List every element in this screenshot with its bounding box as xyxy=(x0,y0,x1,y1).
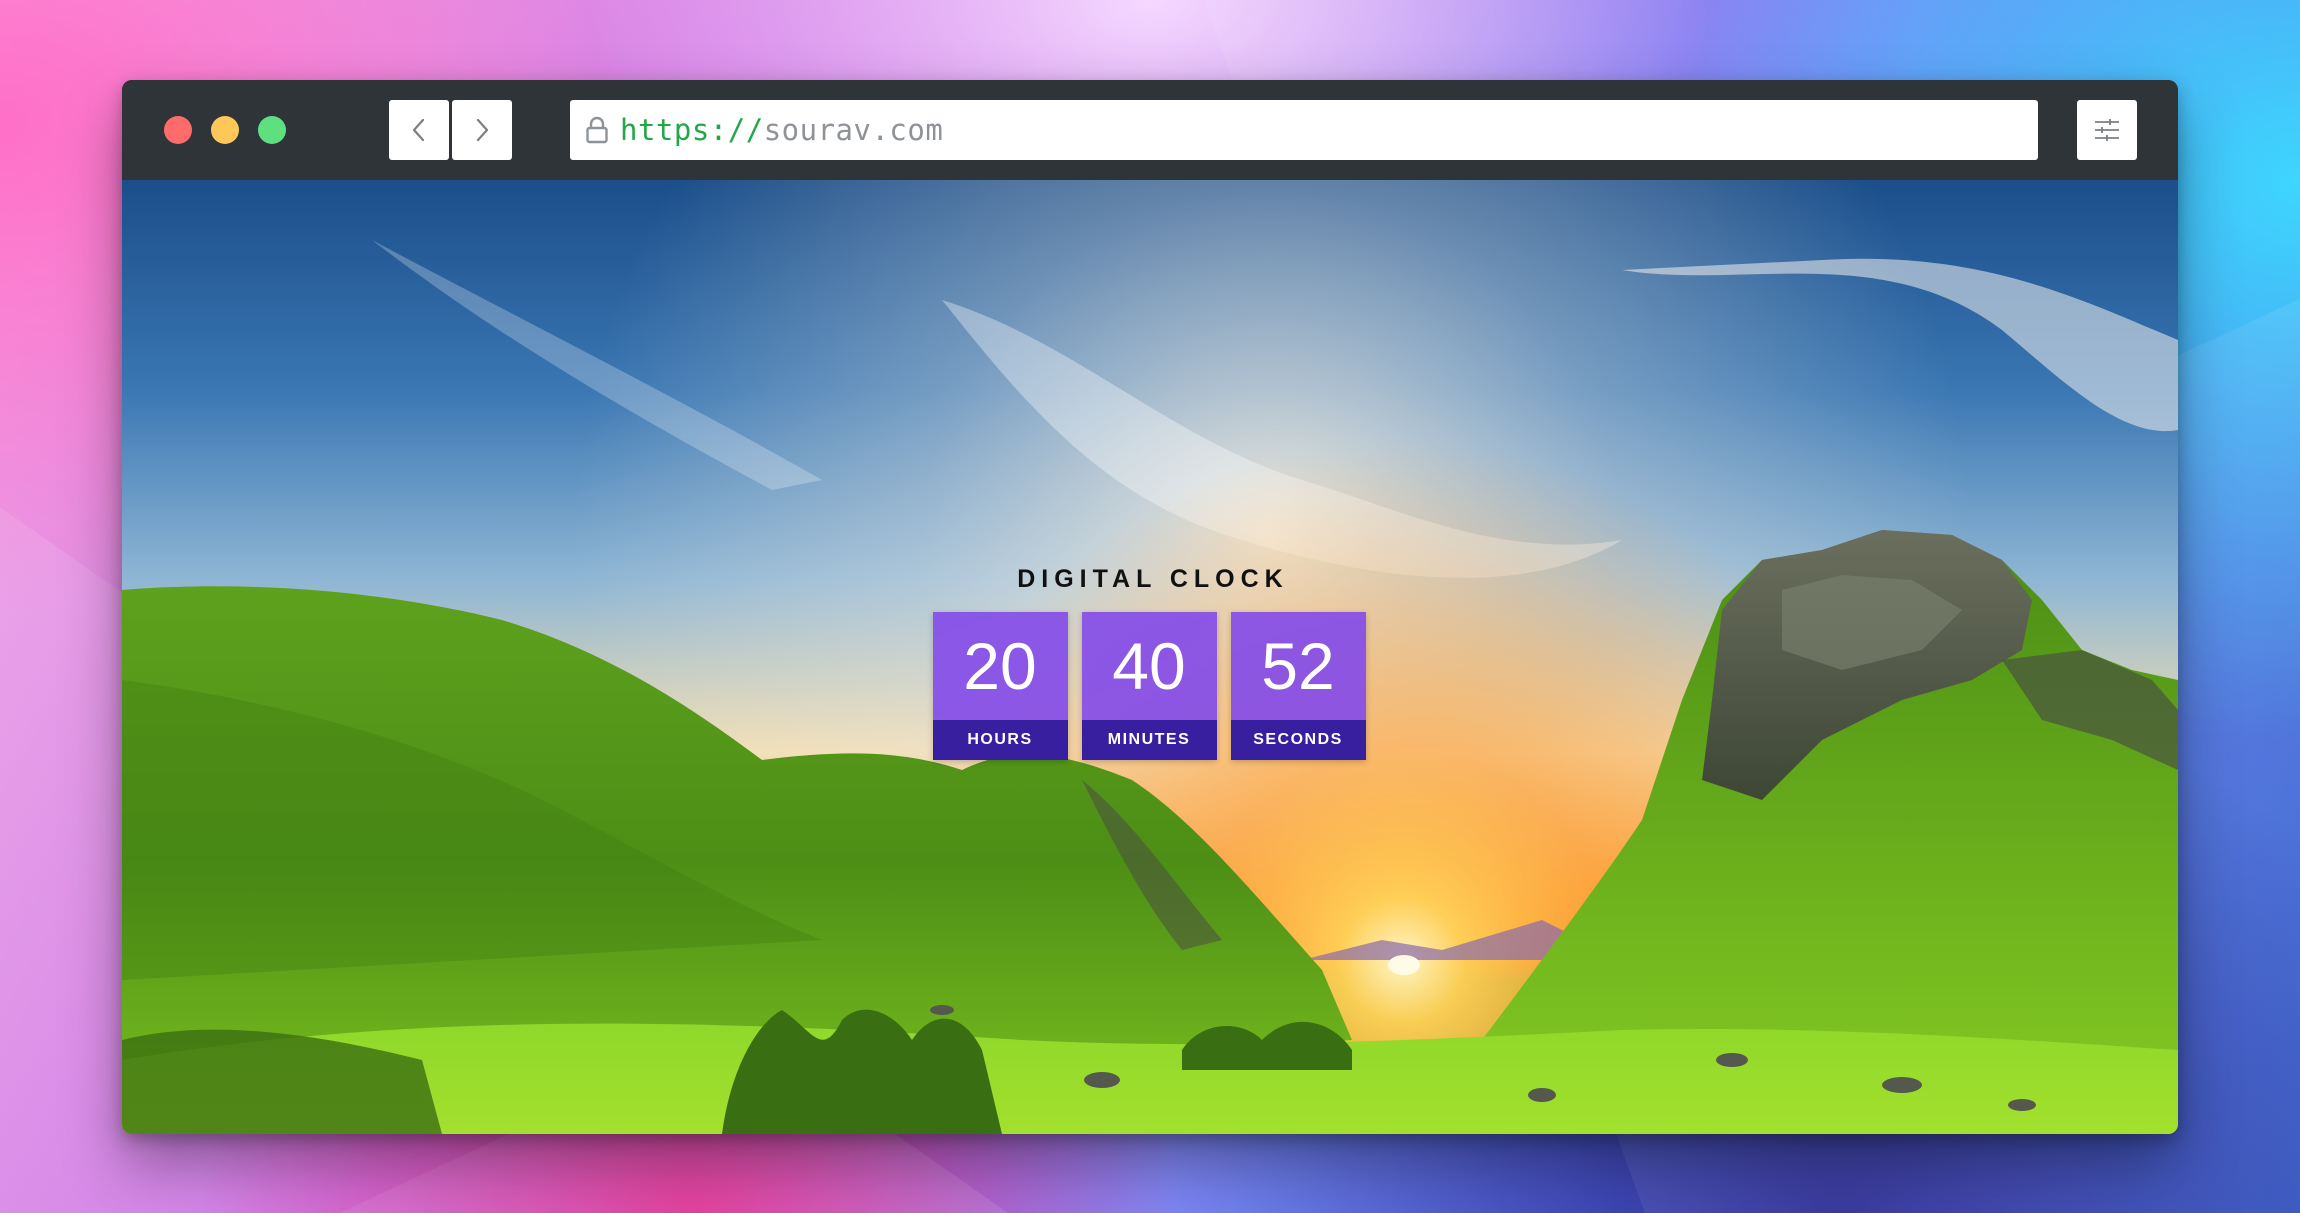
digital-clock: DIGITAL CLOCK 20 HOURS 40 MINUTES 52 SEC… xyxy=(122,565,2178,760)
clock-units: 20 HOURS 40 MINUTES 52 SECONDS xyxy=(122,612,2178,760)
lock-icon xyxy=(584,115,610,145)
hours-box: 20 HOURS xyxy=(932,612,1068,760)
minutes-label: MINUTES xyxy=(1081,720,1217,760)
maximize-window-button[interactable] xyxy=(258,116,286,144)
sliders-icon xyxy=(2095,119,2119,141)
clock-title: DIGITAL CLOCK xyxy=(1017,565,1289,593)
chevron-right-icon xyxy=(476,118,489,142)
chevron-left-icon xyxy=(412,118,425,142)
seconds-label: SECONDS xyxy=(1230,720,1366,760)
page-viewport: DIGITAL CLOCK 20 HOURS 40 MINUTES 52 SEC… xyxy=(122,180,2178,1134)
back-button[interactable] xyxy=(389,100,449,160)
seconds-value: 52 xyxy=(1261,629,1335,703)
seconds-box: 52 SECONDS xyxy=(1230,612,1366,760)
forward-button[interactable] xyxy=(452,100,512,160)
minutes-box: 40 MINUTES xyxy=(1081,612,1217,760)
minutes-value: 40 xyxy=(1112,629,1186,703)
hours-label: HOURS xyxy=(932,720,1068,760)
settings-button[interactable] xyxy=(2077,100,2137,160)
close-window-button[interactable] xyxy=(164,116,192,144)
url-host: sourav.com xyxy=(763,113,944,147)
browser-toolbar: https://sourav.com xyxy=(122,80,2178,180)
hours-value: 20 xyxy=(963,629,1037,703)
browser-window: https://sourav.com DIGITAL CLOCK 20 HOUR… xyxy=(122,80,2178,1134)
url-scheme: https:// xyxy=(620,113,764,147)
minimize-window-button[interactable] xyxy=(211,116,239,144)
address-bar[interactable]: https://sourav.com xyxy=(570,100,2038,160)
url-text: https://sourav.com xyxy=(620,113,943,147)
